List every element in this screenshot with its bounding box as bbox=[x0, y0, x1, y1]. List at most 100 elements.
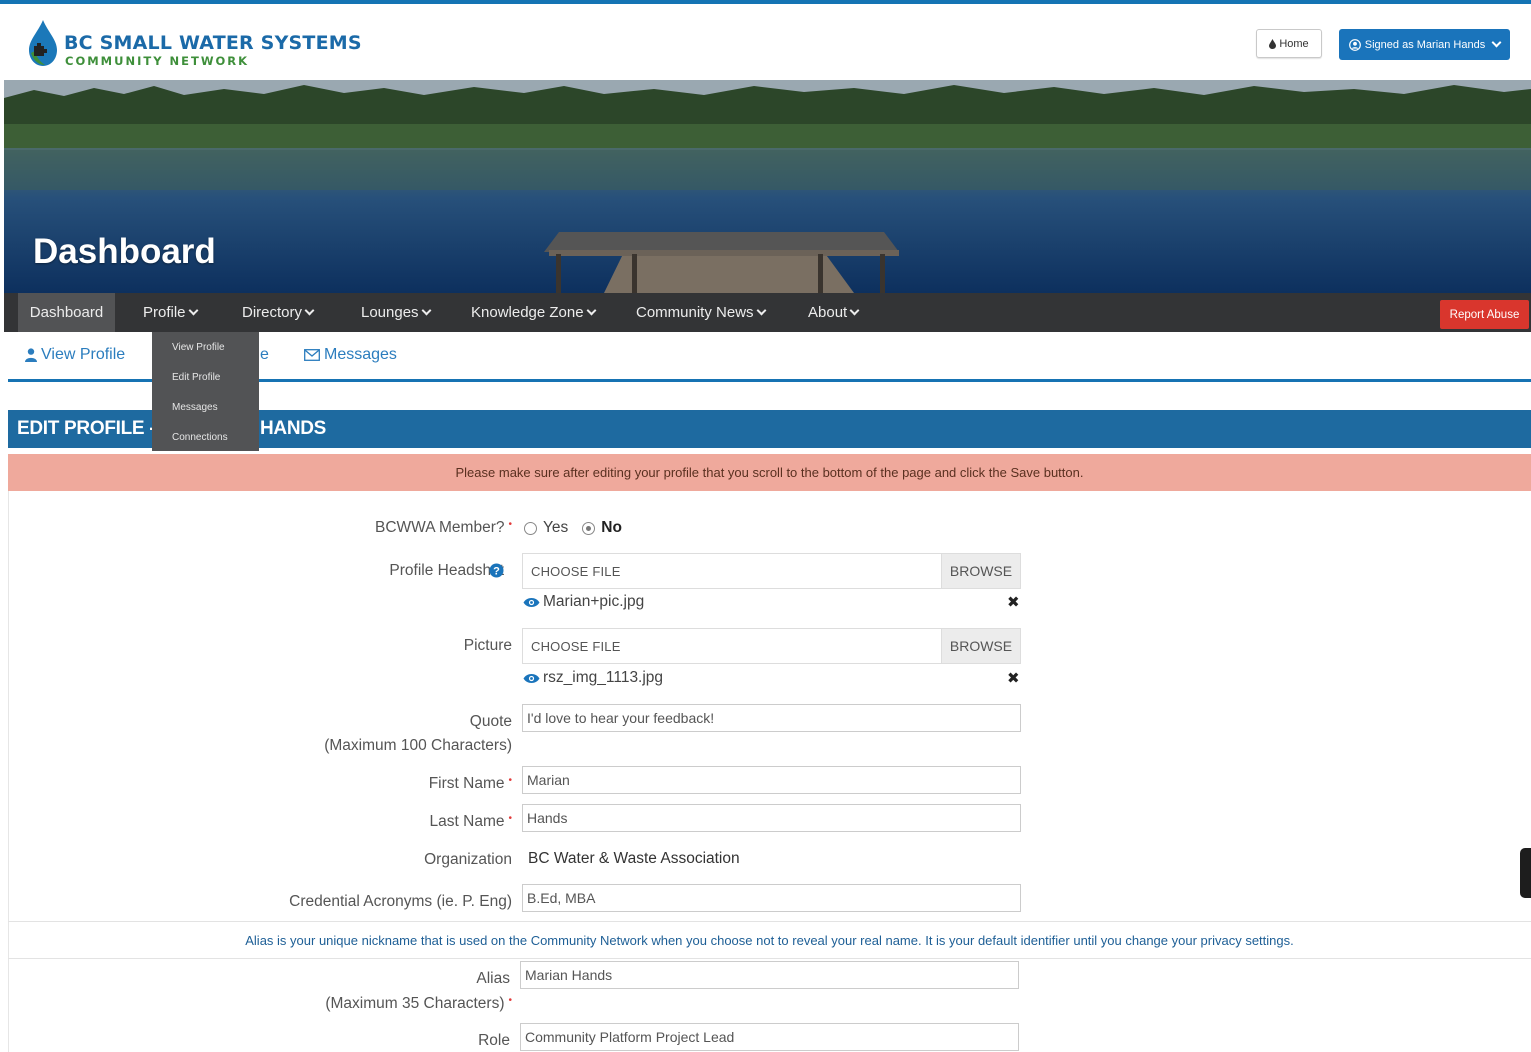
last-name-input[interactable]: Hands bbox=[522, 804, 1021, 832]
picture-file-input[interactable]: CHOOSE FILE BROWSE bbox=[522, 628, 1021, 664]
drop-icon bbox=[1269, 38, 1277, 49]
member-label: BCWWA Member? • bbox=[375, 519, 512, 537]
headshot-file-link[interactable]: Marian+pic.jpg bbox=[523, 593, 644, 611]
last-name-label: Last Name • bbox=[430, 813, 512, 831]
member-radio-group: Yes No bbox=[524, 519, 622, 537]
messages-link[interactable]: Messages bbox=[304, 346, 397, 364]
user-icon bbox=[25, 348, 37, 362]
chevron-down-icon bbox=[304, 305, 315, 316]
nav-knowledge-zone[interactable]: Knowledge Zone bbox=[471, 293, 597, 332]
view-profile-link[interactable]: View Profile bbox=[25, 346, 125, 364]
logo-title: BC SMALL WATER SYSTEMS bbox=[64, 32, 362, 54]
picture-file-name: rsz_img_1113.jpg bbox=[543, 669, 664, 686]
eye-icon bbox=[523, 673, 540, 683]
home-label: Home bbox=[1279, 37, 1309, 50]
lake-dock-illustration bbox=[4, 80, 1531, 293]
messages-label: Messages bbox=[324, 346, 397, 363]
envelope-icon bbox=[304, 349, 320, 361]
nav-label: Community News bbox=[636, 304, 754, 321]
menu-item-edit-profile[interactable]: Edit Profile bbox=[152, 362, 259, 392]
section-title-left: EDIT PROFILE - bbox=[17, 418, 156, 439]
nav-directory[interactable]: Directory bbox=[242, 293, 315, 332]
chevron-down-icon bbox=[586, 305, 597, 316]
nav-about[interactable]: About bbox=[808, 293, 860, 332]
choose-file-label: CHOOSE FILE bbox=[531, 564, 621, 579]
required-marker: • bbox=[508, 519, 512, 530]
alias-hint: (Maximum 35 Characters) • bbox=[325, 995, 512, 1013]
quote-label: Quote bbox=[469, 713, 512, 730]
credentials-input[interactable]: B.Ed, MBA bbox=[522, 884, 1021, 912]
home-button[interactable]: Home bbox=[1256, 29, 1322, 58]
nav-lounges[interactable]: Lounges bbox=[361, 293, 432, 332]
first-name-label-text: First Name bbox=[428, 775, 505, 792]
headshot-file-input[interactable]: CHOOSE FILE BROWSE bbox=[522, 553, 1021, 589]
site-logo[interactable]: BC SMALL WATER SYSTEMS COMMUNITY NETWORK bbox=[26, 18, 362, 74]
picture-file-link[interactable]: rsz_img_1113.jpg bbox=[523, 669, 663, 687]
nav-dashboard[interactable]: Dashboard bbox=[18, 293, 115, 332]
alias-info-text: Alias is your unique nickname that is us… bbox=[8, 921, 1531, 959]
member-yes-label: Yes bbox=[543, 519, 569, 536]
quote-hint: (Maximum 100 Characters) bbox=[324, 737, 512, 754]
required-marker: • bbox=[508, 775, 512, 786]
chevron-down-icon bbox=[756, 305, 766, 316]
view-profile-label: View Profile bbox=[41, 346, 126, 363]
member-no-radio[interactable] bbox=[582, 521, 596, 535]
chevron-down-icon bbox=[188, 305, 198, 316]
first-name-input[interactable]: Marian bbox=[522, 766, 1021, 794]
chevron-down-icon bbox=[1491, 37, 1502, 48]
nav-label: Profile bbox=[143, 304, 186, 321]
profile-dropdown-menu: View Profile Edit Profile Messages Conne… bbox=[152, 332, 259, 451]
remove-picture-icon[interactable]: ✖ bbox=[1007, 669, 1020, 687]
main-nav: Dashboard Profile Directory Lounges Know… bbox=[4, 293, 1531, 332]
quote-input[interactable]: I'd love to hear your feedback! bbox=[522, 704, 1021, 732]
logo-subtitle: COMMUNITY NETWORK bbox=[65, 54, 250, 68]
required-marker: • bbox=[508, 813, 512, 824]
nav-label: Dashboard bbox=[29, 304, 104, 321]
nav-label: Directory bbox=[242, 304, 303, 321]
chevron-down-icon bbox=[849, 305, 860, 316]
menu-item-messages[interactable]: Messages bbox=[152, 392, 259, 422]
report-abuse-button[interactable]: Report Abuse bbox=[1440, 300, 1529, 329]
picture-label: Picture bbox=[463, 637, 512, 654]
eye-icon bbox=[523, 597, 540, 607]
menu-item-view-profile[interactable]: View Profile bbox=[152, 332, 259, 362]
credentials-label: Credential Acronyms (ie. P. Eng) bbox=[289, 893, 512, 910]
menu-item-connections[interactable]: Connections bbox=[152, 422, 259, 452]
choose-file-label: CHOOSE FILE bbox=[531, 639, 621, 654]
member-yes-radio[interactable] bbox=[524, 521, 537, 535]
nav-label: Lounges bbox=[361, 304, 419, 321]
member-label-text: BCWWA Member? bbox=[375, 519, 505, 536]
edit-profile-link[interactable]: e bbox=[260, 346, 269, 364]
user-circle-icon bbox=[1348, 38, 1361, 51]
save-reminder-alert: Please make sure after editing your prof… bbox=[8, 454, 1531, 491]
member-no-label: No bbox=[601, 519, 622, 536]
required-marker: • bbox=[508, 995, 512, 1006]
hero-banner: Dashboard bbox=[4, 80, 1531, 293]
role-input[interactable]: Community Platform Project Lead bbox=[520, 1023, 1019, 1051]
signed-in-label: Signed as Marian Hands bbox=[1364, 38, 1486, 51]
alias-hint-text: (Maximum 35 Characters) bbox=[325, 995, 505, 1012]
water-drop-icon bbox=[29, 20, 57, 66]
site-header: BC SMALL WATER SYSTEMS COMMUNITY NETWORK… bbox=[0, 4, 1531, 80]
edit-profile-label: e bbox=[260, 346, 269, 363]
nav-profile[interactable]: Profile bbox=[143, 293, 198, 332]
role-label: Role bbox=[478, 1032, 510, 1049]
headshot-label-text: Profile Headshot bbox=[389, 562, 504, 579]
remove-headshot-icon[interactable]: ✖ bbox=[1007, 593, 1020, 611]
organization-label: Organization bbox=[424, 851, 512, 868]
help-icon[interactable]: ? bbox=[489, 563, 504, 578]
first-name-label: First Name • bbox=[429, 775, 512, 793]
section-title-right: HANDS bbox=[260, 418, 327, 439]
nav-label: About bbox=[808, 304, 848, 321]
headshot-browse-button[interactable]: BROWSE bbox=[941, 554, 1020, 588]
alias-input[interactable]: Marian Hands bbox=[520, 961, 1019, 989]
page-title: Dashboard bbox=[33, 232, 216, 271]
headshot-label: Profile Headshot bbox=[389, 562, 504, 580]
feedback-side-tab[interactable] bbox=[1520, 848, 1531, 898]
nav-label: Knowledge Zone bbox=[471, 304, 584, 321]
nav-community-news[interactable]: Community News bbox=[636, 293, 766, 332]
chevron-down-icon bbox=[421, 305, 432, 316]
last-name-label-text: Last Name bbox=[429, 813, 505, 830]
picture-browse-button[interactable]: BROWSE bbox=[941, 629, 1020, 663]
user-menu-button[interactable]: Signed as Marian Hands bbox=[1339, 29, 1510, 60]
